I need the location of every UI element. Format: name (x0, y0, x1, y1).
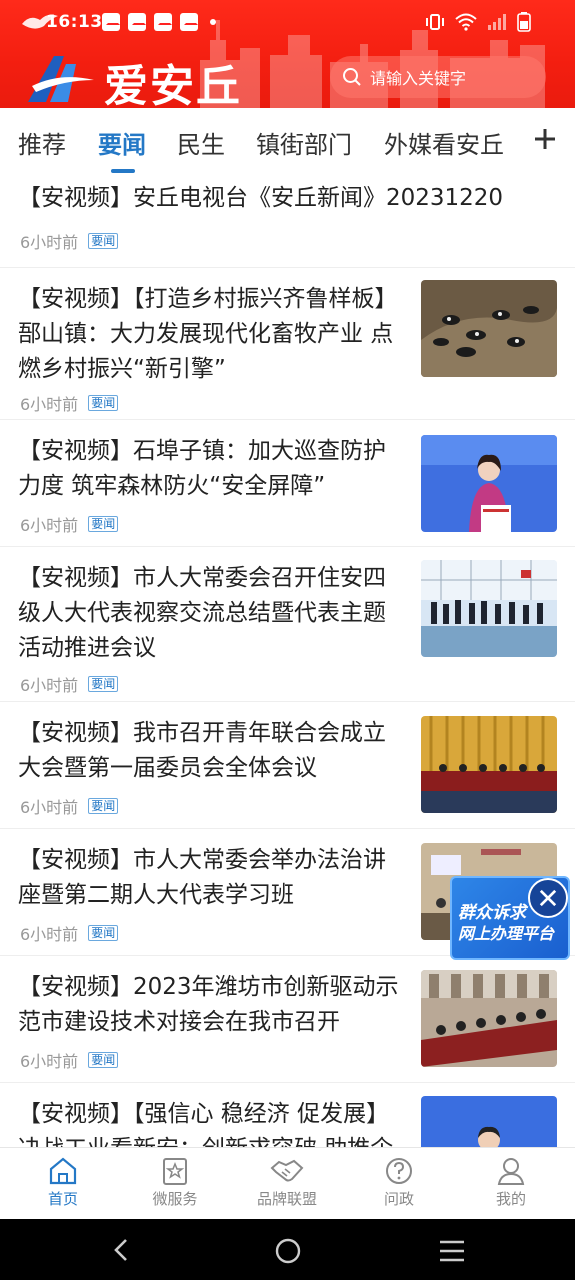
system-nav-bar (0, 1219, 575, 1280)
news-thumbnail (421, 970, 557, 1067)
news-thumbnail (421, 716, 557, 813)
battery-icon (517, 12, 531, 32)
news-meta: 6小时前 要闻 (20, 229, 119, 253)
notification-icons (102, 13, 216, 31)
news-title: 【安视频】市人大常委会召开住安四级人大代表视察交流总结暨代表主题活动推进会议 (18, 565, 386, 661)
news-tag: 要闻 (88, 1052, 119, 1068)
news-time: 6小时前 (20, 676, 79, 695)
news-thumbnail (421, 280, 557, 377)
signal-icon (488, 14, 506, 30)
home-circle-icon[interactable] (274, 1237, 302, 1265)
nav-label: 品牌联盟 (256, 1190, 317, 1208)
bottom-nav: 首页 微服务 品牌联盟 问政 我的 (0, 1147, 575, 1219)
category-tabs: 推荐 要闻 民生 镇街部门 外媒看安丘 (0, 108, 575, 172)
more-notifications-dot (210, 19, 216, 25)
nav-label: 微服务 (152, 1190, 198, 1208)
nav-inquiry[interactable]: 问政 (354, 1156, 444, 1209)
news-time: 6小时前 (20, 925, 79, 944)
news-item[interactable]: 【安视频】市人大常委会召开住安四级人大代表视察交流总结暨代表主题活动推进会议 6… (0, 547, 575, 702)
status-time: 16:13 (46, 12, 103, 32)
tab-livelihood[interactable]: 民生 (177, 125, 225, 160)
news-meta: 6小时前 要闻 (20, 794, 119, 818)
news-time: 6小时前 (20, 798, 79, 817)
news-item[interactable]: 【安视频】【强信心 稳经济 促发展】决战工业看新安：创新求突破 助推企 (0, 1083, 575, 1147)
news-meta: 6小时前 要闻 (20, 512, 119, 536)
news-title: 【安视频】【打造乡村振兴齐鲁样板】郚山镇：大力发展现代化畜牧产业 点燃乡村振兴“… (18, 286, 398, 382)
news-item[interactable]: 【安视频】2023年潍坊市创新驱动示范市建设技术对接会在我市召开 6小时前 要闻 (0, 956, 575, 1083)
news-time: 6小时前 (20, 233, 79, 252)
search-input[interactable]: 请输入关键字 (330, 56, 546, 98)
nav-label: 我的 (495, 1190, 526, 1208)
home-icon (49, 1157, 77, 1185)
search-placeholder: 请输入关键字 (370, 69, 467, 88)
news-meta: 6小时前 要闻 (20, 672, 119, 696)
news-thumbnail (421, 435, 557, 532)
star-badge-icon (163, 1158, 187, 1185)
tab-recommend[interactable]: 推荐 (18, 125, 66, 160)
tab-town-departments[interactable]: 镇街部门 (256, 125, 352, 160)
nav-label: 问政 (383, 1190, 414, 1208)
add-tab-icon[interactable] (532, 124, 558, 154)
active-tab-indicator (111, 169, 135, 173)
handshake-icon (270, 1159, 304, 1182)
news-title: 【安视频】安丘电视台《安丘新闻》20231220 (18, 185, 504, 211)
news-tag: 要闻 (88, 798, 119, 814)
news-item[interactable]: 【安视频】我市召开青年联合会成立大会暨第一届委员会全体会议 6小时前 要闻 (0, 702, 575, 829)
news-time: 6小时前 (20, 1052, 79, 1071)
news-title: 【安视频】我市召开青年联合会成立大会暨第一届委员会全体会议 (18, 720, 386, 781)
nav-micro-service[interactable]: 微服务 (130, 1156, 220, 1209)
mail-icon (102, 13, 120, 31)
news-item[interactable]: 【安视频】【打造乡村振兴齐鲁样板】郚山镇：大力发展现代化畜牧产业 点燃乡村振兴“… (0, 268, 575, 420)
news-title: 【安视频】【强信心 稳经济 促发展】决战工业看新安：创新求突破 助推企 (18, 1101, 393, 1147)
nav-brand-alliance[interactable]: 品牌联盟 (242, 1156, 332, 1209)
mail-icon (128, 13, 146, 31)
nav-label: 首页 (47, 1190, 78, 1208)
status-bar: 16:13 (0, 0, 575, 46)
search-icon (343, 68, 361, 86)
wifi-icon (455, 13, 477, 31)
mail-icon (154, 13, 172, 31)
news-item[interactable]: 【安视频】石埠子镇：加大巡查防护力度 筑牢森林防火“安全屏障” 6小时前 要闻 (0, 420, 575, 547)
news-thumbnail (421, 1096, 557, 1147)
news-tag: 要闻 (88, 395, 119, 411)
back-icon[interactable] (110, 1237, 134, 1263)
app-header: 16:13 爱安丘 请输入关键字 (0, 0, 575, 108)
news-meta: 6小时前 要闻 (20, 1048, 119, 1072)
mail-icon (180, 13, 198, 31)
system-status-icons (425, 12, 531, 32)
news-time: 6小时前 (20, 395, 79, 414)
news-tag: 要闻 (88, 233, 119, 249)
news-tag: 要闻 (88, 516, 119, 532)
news-time: 6小时前 (20, 516, 79, 535)
news-title: 【安视频】2023年潍坊市创新驱动示范市建设技术对接会在我市召开 (18, 974, 399, 1035)
menu-icon[interactable] (438, 1239, 466, 1263)
vibrate-icon (426, 14, 444, 30)
news-tag: 要闻 (88, 925, 119, 941)
news-list: 【安视频】安丘电视台《安丘新闻》20231220 6小时前 要闻 【安视频】【打… (0, 175, 575, 1147)
nav-home[interactable]: 首页 (18, 1156, 108, 1209)
news-title: 【安视频】市人大常委会举办法治讲座暨第二期人大代表学习班 (18, 847, 386, 908)
news-thumbnail (421, 560, 557, 657)
news-meta: 6小时前 要闻 (20, 391, 119, 415)
tab-headlines[interactable]: 要闻 (98, 125, 146, 160)
app-name: 爱安丘 (104, 61, 242, 108)
news-tag: 要闻 (88, 676, 119, 692)
app-logo-icon (28, 56, 94, 102)
news-meta: 6小时前 要闻 (20, 921, 119, 945)
user-icon (497, 1158, 525, 1185)
nav-profile[interactable]: 我的 (466, 1156, 556, 1209)
close-icon[interactable] (528, 878, 568, 918)
banner-line2: 网上办理平台 (458, 924, 555, 943)
tab-foreign-media[interactable]: 外媒看安丘 (384, 125, 504, 160)
news-item[interactable]: 【安视频】安丘电视台《安丘新闻》20231220 6小时前 要闻 (0, 175, 575, 268)
news-title: 【安视频】石埠子镇：加大巡查防护力度 筑牢森林防火“安全屏障” (18, 438, 386, 499)
question-icon (386, 1158, 412, 1184)
